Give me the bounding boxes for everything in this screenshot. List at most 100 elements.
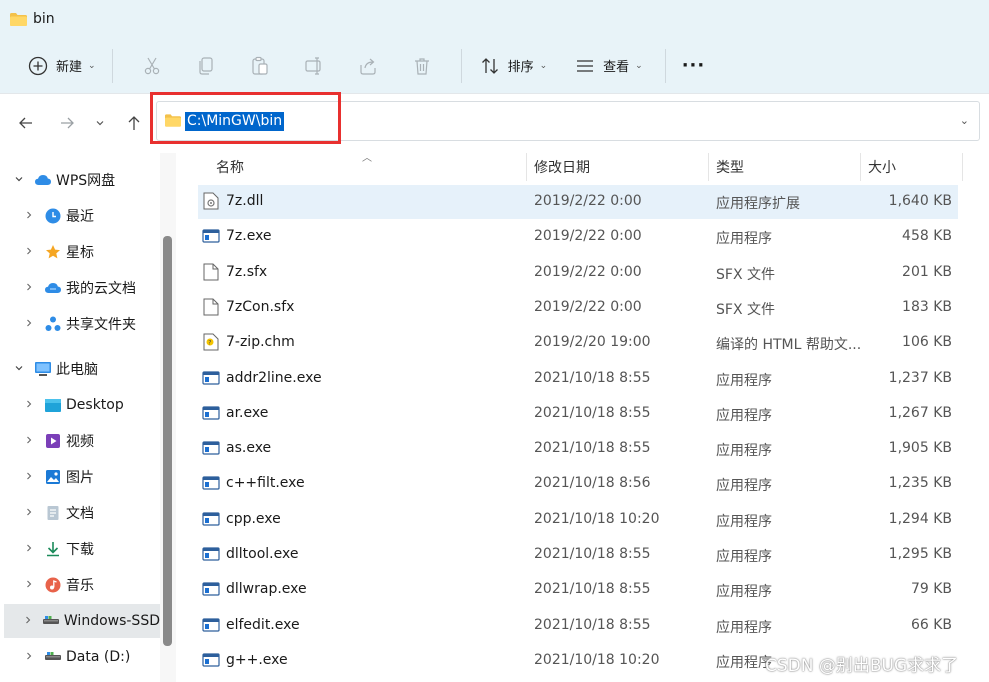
chevron-right-icon[interactable] — [22, 543, 36, 556]
video-icon — [44, 433, 62, 449]
chevron-right-icon[interactable] — [22, 282, 36, 295]
chevron-right-icon[interactable] — [22, 318, 36, 331]
back-button[interactable] — [14, 111, 38, 135]
nav-item[interactable]: 音乐 — [0, 568, 160, 602]
chevron-down-icon: ⌄ — [539, 60, 548, 71]
nav-item[interactable]: Data (D:) — [0, 640, 160, 674]
new-button[interactable]: 新建 ⌄ — [24, 48, 100, 84]
nav-item[interactable]: 文档 — [0, 496, 160, 530]
file-row[interactable]: 7z.exe 2019/2/22 0:00 应用程序 458 KB — [198, 220, 958, 254]
arrow-right-icon — [61, 117, 74, 129]
nav-item[interactable]: 我的云文档 — [0, 271, 160, 305]
file-row[interactable]: ? 7-zip.chm 2019/2/20 19:00 编译的 HTML 帮助文...… — [198, 326, 958, 360]
file-row[interactable]: cpp.exe 2021/10/18 10:20 应用程序 1,294 KB — [198, 503, 958, 537]
nav-item[interactable]: Desktop — [0, 388, 160, 422]
file-type: 应用程序 — [716, 443, 772, 460]
column-header-type[interactable]: 类型 — [716, 157, 744, 177]
file-type: 应用程序 — [716, 549, 772, 565]
file-date: 2019/2/22 0:00 — [534, 298, 642, 315]
file-row[interactable]: dllwrap.exe 2021/10/18 8:55 应用程序 79 KB — [198, 573, 958, 607]
chevron-down-icon[interactable] — [12, 174, 26, 187]
file-row[interactable]: 7z.sfx 2019/2/22 0:00 SFX 文件 201 KB — [198, 256, 958, 290]
more-options-button[interactable]: ··· — [678, 48, 710, 84]
chevron-right-icon[interactable] — [22, 615, 35, 628]
nav-item[interactable]: 共享文件夹 — [0, 307, 160, 341]
rename-button[interactable] — [287, 48, 341, 84]
folder-icon — [10, 12, 27, 26]
file-name-cell: dllwrap.exe — [202, 581, 307, 597]
nav-item[interactable]: 星标 — [0, 235, 160, 269]
chevron-down-icon[interactable] — [12, 363, 26, 376]
file-name-cell: ? 7-zip.chm — [202, 333, 295, 351]
column-header-date[interactable]: 修改日期 — [534, 157, 590, 177]
more-options-icon: ··· — [681, 55, 706, 76]
file-date: 2021/10/18 8:55 — [534, 581, 651, 598]
chevron-right-icon[interactable] — [22, 579, 36, 592]
file-row[interactable]: ar.exe 2021/10/18 8:55 应用程序 1,267 KB — [198, 397, 958, 431]
exe-icon — [202, 581, 220, 597]
view-button[interactable]: 查看 ⌄ — [571, 48, 647, 84]
delete-button[interactable] — [395, 48, 449, 84]
file-name-cell: cpp.exe — [202, 511, 281, 527]
paste-button[interactable] — [233, 48, 287, 84]
column-divider[interactable] — [708, 153, 709, 181]
address-bar[interactable]: C:\MinGW\bin ⌄ — [156, 101, 980, 141]
nav-scrollbar-thumb[interactable] — [163, 236, 172, 646]
nav-item[interactable]: 最近 — [0, 199, 160, 233]
chevron-right-icon[interactable] — [22, 471, 36, 484]
new-button-label: 新建 — [56, 60, 83, 75]
chevron-right-icon[interactable] — [22, 651, 36, 664]
column-divider[interactable] — [962, 153, 963, 181]
chevron-right-icon[interactable] — [22, 246, 36, 259]
file-name: cpp.exe — [226, 510, 281, 527]
chevron-right-icon[interactable] — [22, 210, 36, 223]
exe-icon — [202, 440, 220, 456]
chevron-right-icon[interactable] — [22, 399, 36, 412]
column-divider[interactable] — [526, 153, 527, 181]
clock-icon — [44, 208, 62, 224]
scissors-icon — [144, 57, 159, 74]
column-header-size[interactable]: 大小 — [868, 157, 896, 177]
nav-item[interactable]: 视频 — [0, 424, 160, 458]
chevron-right-icon[interactable] — [22, 435, 36, 448]
nav-item[interactable]: 图片 — [0, 460, 160, 494]
file-size: 1,905 KB — [888, 440, 952, 457]
file-name-cell: dlltool.exe — [202, 546, 298, 562]
nav-item[interactable]: 此电脑 — [0, 352, 160, 386]
copy-button[interactable] — [179, 48, 233, 84]
chevron-down-icon: ⌄ — [635, 60, 643, 71]
sort-button[interactable]: 排序 ⌄ — [476, 48, 552, 84]
file-name: 7-zip.chm — [226, 334, 295, 351]
cloud-icon — [34, 172, 52, 188]
file-row[interactable]: addr2line.exe 2021/10/18 8:55 应用程序 1,237 KB — [198, 362, 958, 396]
nav-item-label: 视频 — [66, 434, 94, 450]
file-name: 7z.dll — [226, 193, 264, 209]
rename-icon — [304, 56, 321, 75]
file-date: 2019/2/20 19:00 — [534, 334, 651, 351]
nav-item[interactable]: WPS网盘 — [0, 163, 160, 197]
file-row[interactable]: 7z.dll 2019/2/22 0:00 应用程序扩展 1,640 KB — [198, 185, 958, 219]
cut-button[interactable] — [125, 48, 179, 84]
nav-item[interactable]: Windows-SSD — [4, 604, 160, 638]
column-header-name[interactable]: 名称 — [216, 157, 244, 177]
window-title: bin — [33, 11, 55, 27]
forward-button[interactable] — [55, 111, 79, 135]
file-row[interactable]: c++filt.exe 2021/10/18 8:56 应用程序 1,235 KB — [198, 467, 958, 501]
file-row[interactable]: as.exe 2021/10/18 8:55 应用程序 1,905 KB — [198, 432, 958, 466]
file-row[interactable]: elfedit.exe 2021/10/18 8:55 应用程序 66 KB — [198, 609, 958, 643]
file-row[interactable]: 7zCon.sfx 2019/2/22 0:00 SFX 文件 183 KB — [198, 291, 958, 325]
up-button[interactable] — [122, 111, 146, 135]
dll-icon — [202, 192, 220, 210]
toolbar-divider — [664, 48, 666, 83]
file-row[interactable]: dlltool.exe 2021/10/18 8:55 应用程序 1,295 KB — [198, 538, 958, 572]
nav-item[interactable]: 下载 — [0, 532, 160, 566]
recent-locations-button[interactable] — [88, 111, 112, 135]
chevron-right-icon[interactable] — [22, 507, 36, 520]
share-button[interactable] — [341, 48, 395, 84]
file-type: 编译的 HTML 帮助文... — [716, 337, 862, 354]
address-path-text[interactable]: C:\MinGW\bin — [185, 112, 285, 131]
chevron-down-icon[interactable]: ⌄ — [960, 114, 969, 127]
pictures-icon — [44, 469, 62, 485]
column-divider[interactable] — [860, 153, 861, 181]
file-date: 2019/2/22 0:00 — [534, 263, 642, 280]
